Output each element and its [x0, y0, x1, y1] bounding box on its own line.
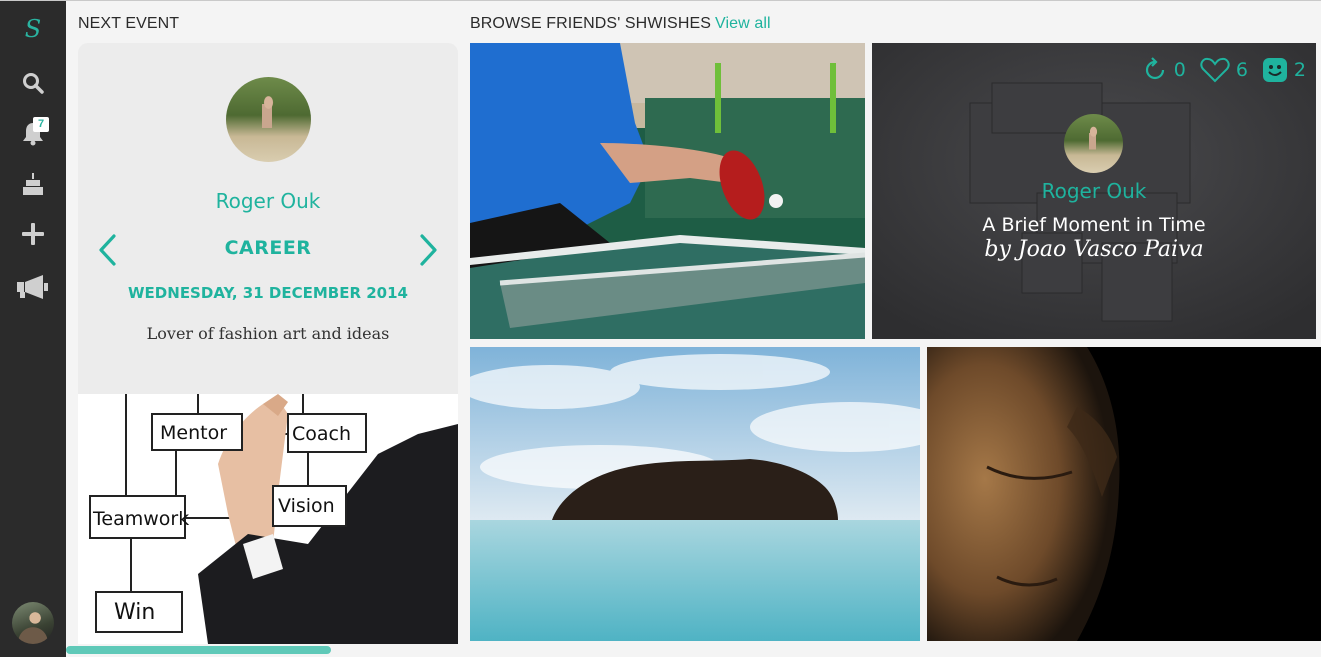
event-description: Lover of fashion art and ideas: [146, 324, 390, 343]
shwish-artist: by Joao Vasco Paiva: [984, 237, 1204, 262]
coach-label: Coach: [292, 423, 351, 445]
sidebar-item-announce[interactable]: [13, 270, 53, 304]
shwish-tile-island[interactable]: [470, 347, 920, 641]
sidebar-item-events[interactable]: [13, 167, 53, 201]
mentor-label: Mentor: [160, 422, 227, 444]
view-all-link[interactable]: View all: [715, 15, 771, 32]
user-avatar[interactable]: [12, 602, 54, 644]
browse-heading: BROWSE FRIENDS' SHWISHES View all: [470, 15, 771, 33]
cake-icon: [23, 173, 43, 195]
reshare-count: 0: [1173, 59, 1186, 81]
sidebar-item-notifications[interactable]: 7: [13, 116, 53, 150]
shwish-author-avatar[interactable]: [1064, 114, 1123, 173]
event-avatar[interactable]: [226, 77, 311, 162]
shwish-stats: 0 6 2: [1142, 57, 1306, 83]
reshare-stat[interactable]: 0: [1142, 57, 1186, 83]
reshare-icon: [1145, 57, 1164, 80]
sidebar-item-search[interactable]: [13, 66, 53, 100]
event-person-name[interactable]: Roger Ouk: [78, 189, 458, 213]
shwish-tile-pingpong[interactable]: [470, 43, 865, 339]
vision-label: Vision: [278, 495, 335, 517]
megaphone-icon: [17, 275, 48, 299]
next-event-heading: NEXT EVENT: [78, 15, 180, 32]
like-count: 6: [1235, 59, 1248, 81]
next-event-card: Roger Ouk CAREER WEDNESDAY, 31 DECEMBER …: [78, 43, 458, 394]
plus-icon: [22, 223, 44, 245]
app-logo[interactable]: S: [0, 15, 66, 43]
event-category: CAREER: [224, 237, 312, 259]
smile-count: 2: [1293, 59, 1306, 81]
shwish-tile-featured[interactable]: 0 6 2 Roger Ouk A Brief Moment in Time b…: [872, 43, 1316, 339]
sidebar: S 7: [0, 1, 66, 657]
horizontal-scrollbar[interactable]: [66, 646, 331, 654]
browse-heading-text: BROWSE FRIENDS' SHWISHES: [470, 15, 712, 32]
mentor-diagram-image[interactable]: Mentor Coach Teamwork Vision Win: [78, 394, 458, 644]
win-label: Win: [114, 600, 155, 625]
notification-count-badge: 7: [33, 117, 49, 132]
teamwork-label: Teamwork: [92, 508, 189, 530]
sidebar-item-add[interactable]: [13, 217, 53, 251]
shwish-title: A Brief Moment in Time: [982, 214, 1206, 236]
top-border: [0, 0, 1321, 1]
shwish-author-name[interactable]: Roger Ouk: [872, 179, 1316, 203]
search-icon: [23, 73, 44, 94]
chevron-right-icon[interactable]: [418, 233, 440, 267]
smile-stat[interactable]: 2: [1262, 57, 1306, 83]
like-stat[interactable]: 6: [1200, 57, 1248, 83]
heart-icon: [1200, 57, 1230, 83]
event-date: WEDNESDAY, 31 DECEMBER 2014: [128, 284, 408, 302]
shwish-tile-buddha[interactable]: [927, 347, 1321, 641]
smiley-icon: [1262, 58, 1287, 82]
